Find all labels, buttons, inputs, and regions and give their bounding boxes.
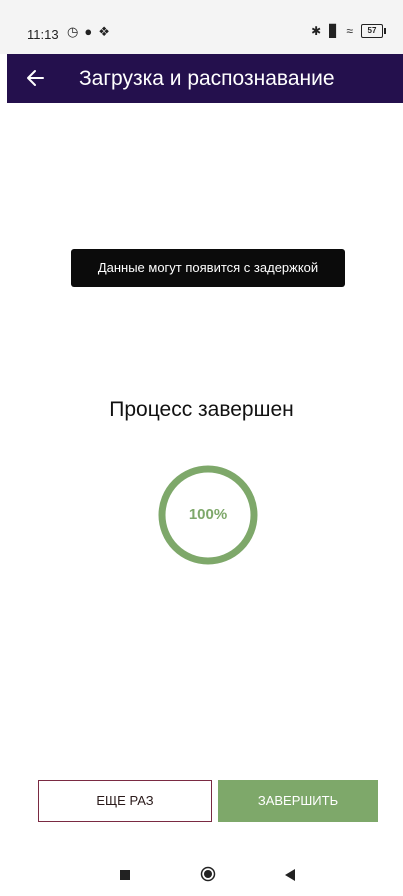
home-icon[interactable] <box>200 866 216 882</box>
status-time: 11:13 <box>27 27 59 42</box>
wifi-icon: ≈ <box>346 24 353 38</box>
data-saver-icon: ❖ <box>98 24 110 39</box>
finish-button[interactable]: ЗАВЕРШИТЬ <box>218 780 378 822</box>
again-button[interactable]: ЕЩЕ РАЗ <box>38 780 212 822</box>
status-right-icons: ✱ ▊ ≈ 57 <box>311 24 386 38</box>
system-nav-bar <box>0 848 403 896</box>
recent-apps-icon[interactable] <box>120 870 130 880</box>
notification-icon: ● <box>84 24 93 39</box>
battery-level: 57 <box>367 26 377 35</box>
alarm-icon: ◷ <box>67 24 79 39</box>
battery-icon: 57 <box>361 24 386 38</box>
signal-icon: ▊ <box>329 24 339 38</box>
page-title: Загрузка и распознавание <box>79 67 335 90</box>
back-icon[interactable] <box>284 868 296 882</box>
toast-message: Данные могут появится с задержкой <box>71 249 345 287</box>
status-left-icons: ◷ ● ❖ <box>67 24 110 40</box>
app-bar: Загрузка и распознавание <box>7 54 403 103</box>
progress-indicator: 100% <box>155 462 261 568</box>
bluetooth-icon: ✱ <box>311 24 322 38</box>
arrow-left-icon[interactable] <box>23 66 47 90</box>
progress-label: 100% <box>188 506 228 523</box>
process-status-heading: Процесс завершен <box>109 398 294 421</box>
status-bar: 11:13 ◷ ● ❖ ✱ ▊ ≈ 57 <box>0 0 403 54</box>
